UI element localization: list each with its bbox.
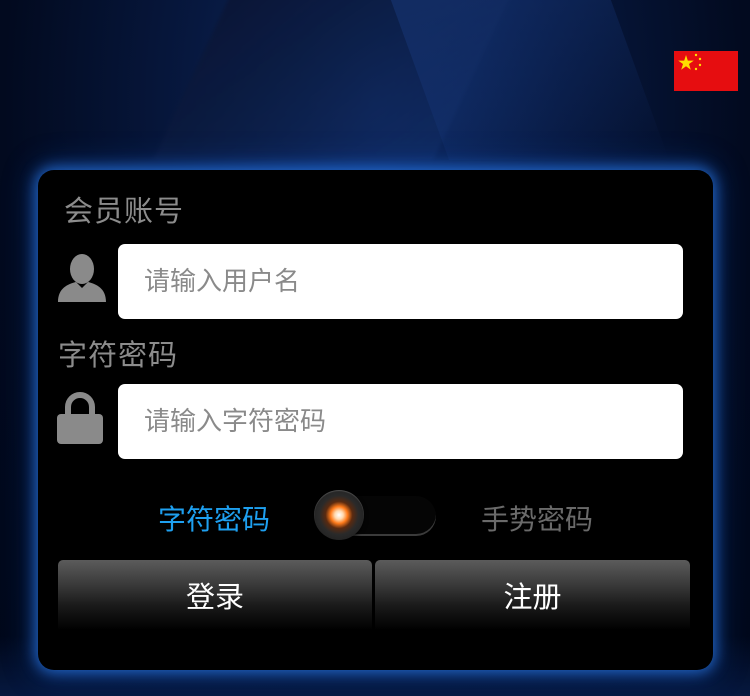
password-input[interactable]	[118, 384, 683, 459]
gesture-password-mode-label[interactable]: 手势密码	[481, 498, 593, 538]
user-icon	[56, 252, 108, 308]
login-button[interactable]: 登录	[58, 560, 372, 630]
toggle-knob[interactable]	[314, 490, 364, 540]
china-flag-icon[interactable]	[674, 51, 738, 91]
username-input[interactable]	[118, 244, 683, 319]
register-button[interactable]: 注册	[375, 560, 690, 630]
username-label: 会员账号	[64, 194, 185, 228]
password-mode-toggle[interactable]	[314, 490, 436, 540]
lock-icon	[56, 392, 104, 450]
password-label: 字符密码	[58, 338, 179, 372]
login-panel: 会员账号 字符密码 字符密码 手势密码 登录 注册	[38, 170, 713, 670]
char-password-mode-label[interactable]: 字符密码	[158, 498, 270, 538]
